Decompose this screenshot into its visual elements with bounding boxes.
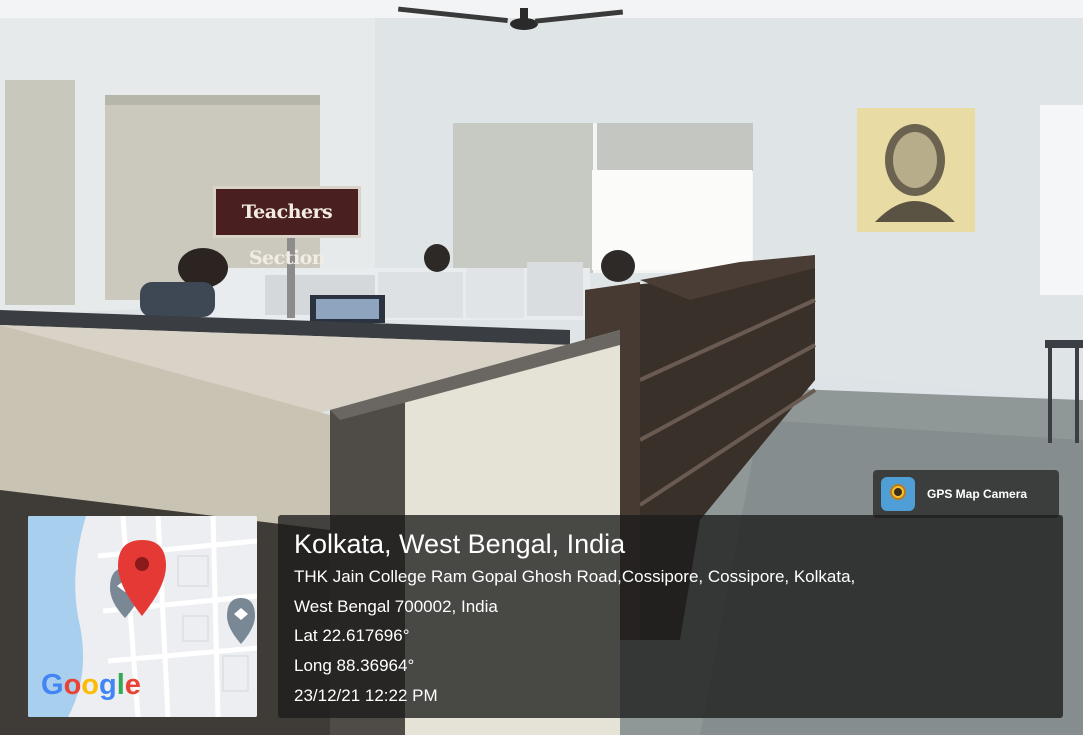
longitude-text: Long 88.36964°: [294, 656, 415, 675]
app-name-label: GPS Map Camera: [927, 487, 1028, 501]
location-title: Kolkata, West Bengal, India: [294, 529, 626, 559]
window-blind-left-1: [5, 80, 75, 305]
teachers-section-sign: Teachers Section: [213, 186, 361, 269]
location-info-panel: Kolkata, West Bengal, India THK Jain Col…: [278, 515, 1063, 718]
center-blind: [453, 123, 593, 273]
datetime-text: 23/12/21 12:22 PM: [294, 686, 438, 705]
gps-app-badge: GPS Map Camera: [873, 470, 1059, 518]
person-middle: [424, 244, 450, 272]
right-window: [1040, 105, 1083, 295]
ceiling: [0, 0, 1083, 18]
google-logo: Google: [41, 669, 141, 701]
address-line-2: West Bengal 700002, India: [294, 597, 498, 616]
photo-frame: Teachers Section GPS Map Camera Google K…: [0, 0, 1083, 735]
person-right: [601, 250, 635, 282]
address-line-1: THK Jain College Ram Gopal Ghosh Road,Co…: [294, 567, 856, 586]
map-thumbnail: Google: [28, 516, 257, 717]
gps-camera-icon: [881, 477, 915, 511]
latitude-text: Lat 22.617696°: [294, 626, 410, 645]
